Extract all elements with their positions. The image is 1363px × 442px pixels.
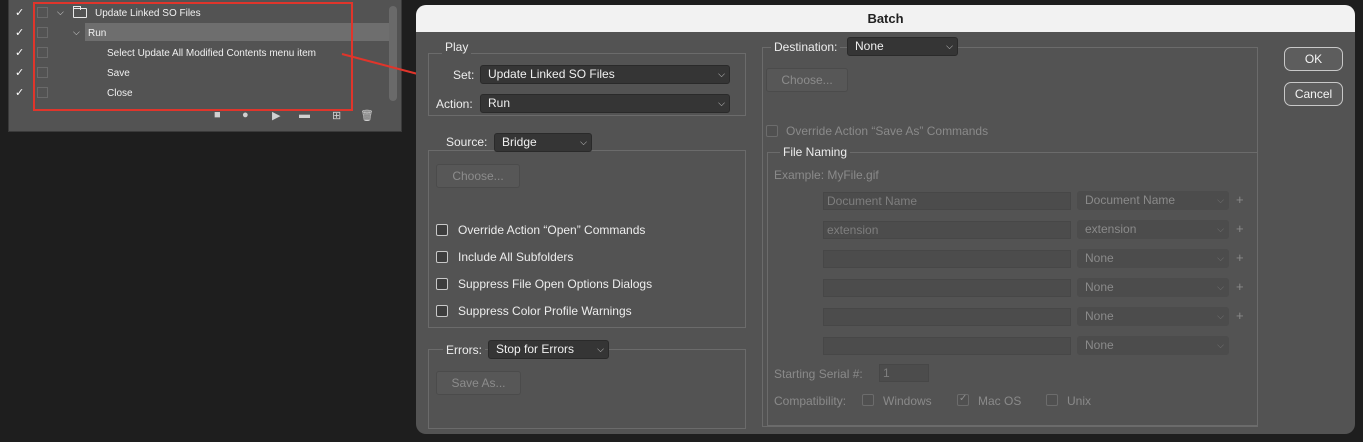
override-open-checkbox[interactable] (436, 224, 448, 236)
checkmark-icon[interactable]: ✓ (15, 67, 27, 79)
checkmark-icon[interactable]: ✓ (15, 87, 27, 99)
naming-select-1[interactable]: Document Name ⌵ (1077, 191, 1229, 210)
cancel-button[interactable]: Cancel (1284, 82, 1343, 106)
destination-choose-button[interactable]: Choose... (766, 68, 848, 92)
compat-macos-checkbox[interactable] (957, 393, 969, 406)
suppress-color-warnings-checkbox[interactable] (436, 305, 448, 317)
compat-unix-checkbox[interactable] (1046, 394, 1058, 406)
action-label: Action: (436, 97, 473, 111)
chevron-down-icon: ⌵ (1217, 340, 1224, 350)
starting-serial-field[interactable]: 1 (879, 364, 929, 382)
compatibility-label: Compatibility: (774, 394, 847, 408)
play-group-title: Play (442, 40, 472, 54)
compat-windows-label: Windows (883, 394, 932, 408)
chevron-down-icon: ⌵ (597, 344, 604, 354)
errors-select[interactable]: Stop for Errors ⌵ (488, 340, 609, 359)
suppress-color-warnings-label: Suppress Color Profile Warnings (458, 304, 632, 318)
starting-serial-label: Starting Serial #: (774, 367, 863, 381)
trash-icon[interactable]: 🗑 (360, 109, 374, 122)
include-subfolders-checkbox[interactable] (436, 251, 448, 263)
override-save-as-checkbox[interactable] (766, 125, 778, 137)
include-subfolders-label: Include All Subfolders (458, 250, 574, 264)
file-naming-example: Example: MyFile.gif (774, 168, 879, 182)
naming-field-5[interactable] (823, 308, 1071, 326)
add-naming-row-icon[interactable]: + (1236, 221, 1244, 236)
errors-label: Errors: (443, 343, 485, 357)
destination-label: Destination: (771, 40, 841, 54)
naming-select-4[interactable]: None ⌵ (1077, 278, 1229, 297)
dialog-title: Batch (416, 5, 1355, 32)
destination-select[interactable]: None ⌵ (847, 37, 958, 56)
naming-field-6[interactable] (823, 337, 1071, 355)
chevron-down-icon: ⌵ (1217, 311, 1224, 321)
override-save-as-label: Override Action “Save As” Commands (786, 124, 989, 138)
set-select[interactable]: Update Linked SO Files ⌵ (480, 65, 730, 84)
compat-windows-checkbox[interactable] (862, 394, 874, 406)
ok-button[interactable]: OK (1284, 47, 1343, 71)
highlight-box (33, 2, 353, 111)
file-naming-title: File Naming (780, 145, 851, 159)
checkmark-icon[interactable]: ✓ (15, 27, 27, 39)
checkmark-icon[interactable]: ✓ (15, 47, 27, 59)
naming-select-5[interactable]: None ⌵ (1077, 307, 1229, 326)
batch-dialog: Batch Play Set: Update Linked SO Files ⌵ … (416, 5, 1355, 434)
compat-unix-label: Unix (1067, 394, 1092, 408)
actions-toolbar: ■ ● ▶ ▬ ⊞ 🗑 (209, 109, 389, 123)
naming-field-2[interactable]: extension (823, 221, 1071, 239)
set-label: Set: (453, 68, 475, 82)
chevron-down-icon: ⌵ (1217, 195, 1224, 205)
chevron-down-icon: ⌵ (718, 69, 725, 79)
add-naming-row-icon[interactable]: + (1236, 192, 1244, 207)
override-open-label: Override Action “Open” Commands (458, 223, 646, 237)
source-label: Source: (443, 135, 491, 149)
action-select[interactable]: Run ⌵ (480, 94, 730, 113)
naming-select-2[interactable]: extension ⌵ (1077, 220, 1229, 239)
naming-select-3[interactable]: None ⌵ (1077, 249, 1229, 268)
naming-select-6[interactable]: None ⌵ (1077, 336, 1229, 355)
chevron-down-icon: ⌵ (946, 41, 953, 51)
add-naming-row-icon[interactable]: + (1236, 250, 1244, 265)
save-as-button[interactable]: Save As... (436, 371, 521, 395)
checkmark-icon[interactable]: ✓ (15, 7, 27, 19)
chevron-down-icon: ⌵ (1217, 224, 1224, 234)
suppress-open-dialogs-label: Suppress File Open Options Dialogs (458, 277, 653, 291)
naming-field-4[interactable] (823, 279, 1071, 297)
compat-macos-label: Mac OS (978, 394, 1022, 408)
suppress-open-dialogs-checkbox[interactable] (436, 278, 448, 290)
add-naming-row-icon[interactable]: + (1236, 279, 1244, 294)
chevron-down-icon: ⌵ (1217, 282, 1224, 292)
source-select[interactable]: Bridge ⌵ (494, 133, 592, 152)
naming-field-3[interactable] (823, 250, 1071, 268)
source-choose-button[interactable]: Choose... (436, 164, 520, 188)
naming-field-1[interactable]: Document Name (823, 192, 1071, 210)
chevron-down-icon: ⌵ (718, 98, 725, 108)
chevron-down-icon: ⌵ (1217, 253, 1224, 263)
add-naming-row-icon[interactable]: + (1236, 308, 1244, 323)
chevron-down-icon: ⌵ (580, 137, 587, 147)
